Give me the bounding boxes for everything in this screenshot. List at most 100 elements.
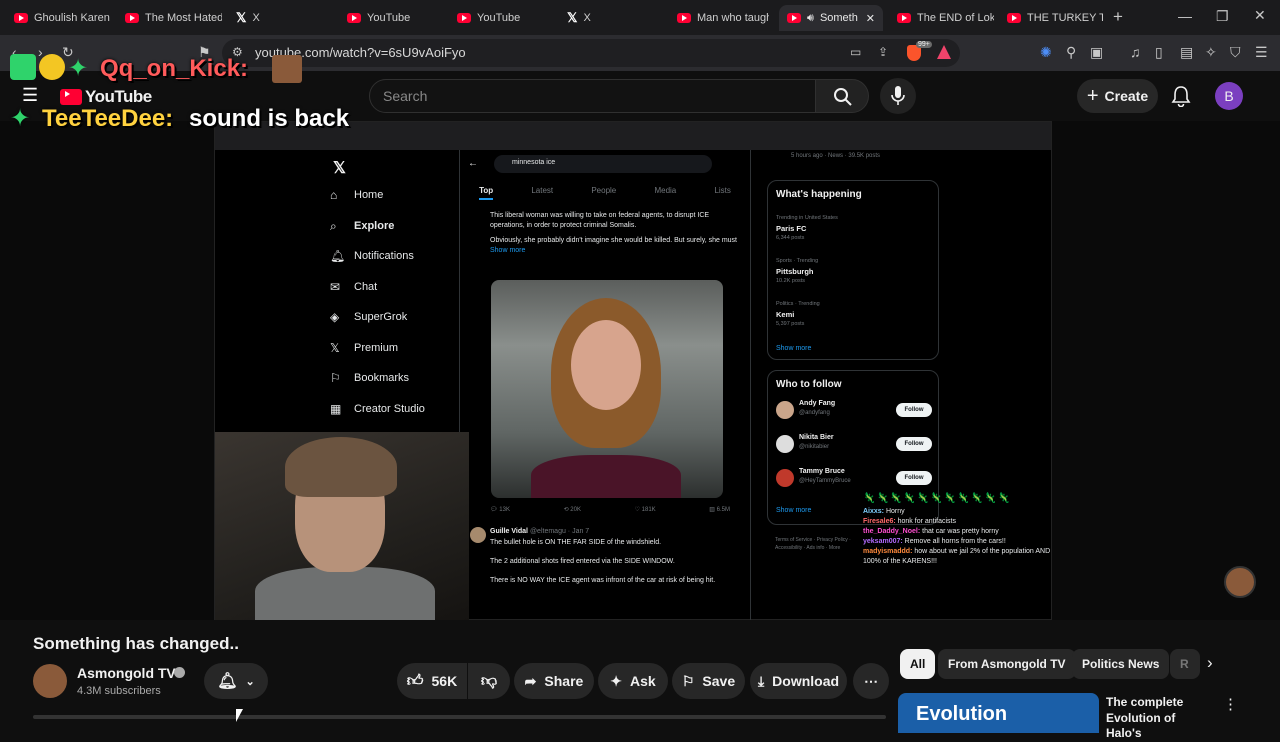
post2-handle: @eltemagu · Jan 7 — [529, 528, 590, 535]
x-nav-icon: ⚐ — [330, 371, 341, 385]
create-button[interactable]: + Create — [1077, 79, 1158, 113]
channel-watermark[interactable] — [1224, 566, 1256, 598]
chat-user: Firesale6: — [863, 517, 896, 525]
voice-search-button[interactable] — [880, 78, 916, 114]
overlay-badge-icon — [39, 54, 65, 80]
vpn-icon[interactable]: ⛉ — [1230, 44, 1241, 61]
maximize-icon[interactable]: ❐ — [1216, 8, 1229, 25]
wallet-icon[interactable]: ▤ — [1180, 44, 1193, 61]
download-label: Download — [772, 673, 840, 689]
ask-button[interactable]: ✦ Ask — [598, 663, 668, 699]
brave-rewards-icon[interactable] — [937, 45, 951, 59]
x-nav-item: ⌂ Home — [330, 188, 383, 202]
x-footer: Terms of Service · Privacy Policy · Acce… — [775, 537, 851, 551]
search-input[interactable]: Search — [369, 79, 816, 113]
post-stat: ⟲ 20K — [563, 507, 581, 513]
post-stat: 💬︎ 13K — [490, 507, 510, 513]
trend-count: 6,344 posts — [776, 235, 805, 241]
filter-chip[interactable]: R — [1170, 649, 1200, 679]
channel-name[interactable]: Asmongold TV — [77, 665, 176, 681]
browser-tab[interactable]: The END of Lok — [889, 5, 994, 31]
save-button[interactable]: ⚐ Save — [672, 663, 745, 699]
follow-button[interactable]: Follow — [896, 437, 932, 451]
x-tab: Media — [654, 186, 677, 195]
dislike-button[interactable]: 👎︎ — [468, 663, 510, 699]
microphone-icon — [891, 86, 905, 105]
browser-tab[interactable]: THE TURKEY TO — [999, 5, 1103, 31]
follow-button[interactable]: Follow — [896, 403, 932, 417]
browser-tab[interactable]: The Most Hated — [117, 5, 222, 31]
download-button[interactable]: ⤓ Download — [750, 663, 847, 699]
sidebar-icon[interactable]: ▯ — [1155, 44, 1163, 61]
youtube-logo-text: YouTube — [85, 87, 152, 106]
install-app-icon[interactable]: ▭ — [850, 45, 861, 59]
create-label: Create — [1104, 88, 1149, 104]
plus-icon: + — [1086, 84, 1099, 107]
youtube-logo[interactable]: YouTube — [60, 87, 152, 107]
youtube-favicon-icon — [897, 13, 911, 23]
browser-tab[interactable]: 𝕏X — [228, 5, 333, 31]
media-icon[interactable]: ♫ — [1130, 44, 1141, 60]
account-avatar[interactable]: B — [1215, 82, 1243, 110]
url-field[interactable]: ⚙ youtube.com/watch?v=6sU9vAoiFyo ▭ ⇪ 99… — [222, 39, 960, 67]
close-window-icon[interactable]: ✕ — [1254, 7, 1266, 24]
browser-tab[interactable]: Man who taugh — [669, 5, 769, 31]
webcam-hair-shape — [285, 437, 397, 497]
video-player[interactable]: 𝕏 ⌂ Home ⌕ Explore 🔔︎ Notifications ✉ Chat ◈ Supe… — [0, 54, 1280, 621]
follow-name: Nikita Bier — [799, 434, 834, 441]
minimize-icon[interactable]: — — [1178, 8, 1192, 24]
screenshot-icon[interactable]: ▣ — [1090, 44, 1103, 61]
recommended-thumbnail[interactable]: Evolution — [898, 693, 1099, 733]
chat-line: madyismaddd: how about we jail 2% of the… — [863, 547, 1053, 567]
x-post-1-text: This liberal woman was willing to take o… — [490, 211, 745, 257]
x-nav-label: Explore — [354, 220, 395, 232]
filter-chip[interactable]: Politics News — [1072, 649, 1170, 679]
recommended-title[interactable]: The complete Evolution of Halo's — [1106, 695, 1214, 742]
overlay-badge-icon: ✦ — [10, 105, 31, 132]
trends-show-more: Show more — [776, 345, 812, 352]
like-button[interactable]: 👍︎ 56K — [397, 663, 467, 699]
more-dots-icon: ⋯ — [864, 672, 878, 689]
browser-tab[interactable]: YouTube — [449, 5, 554, 31]
progress-bar-track[interactable] — [33, 715, 886, 719]
filter-chip[interactable]: From Asmongold TV — [938, 649, 1076, 679]
trend-item: Trending in United States Paris FC 6,344 p… — [776, 215, 926, 241]
x-nav-label: Notifications — [354, 250, 414, 262]
menu-icon[interactable]: ☰ — [1255, 44, 1268, 61]
audio-playing-icon: 🔊︎ — [807, 11, 814, 24]
chips-next-icon[interactable]: › — [1207, 653, 1213, 673]
hamburger-menu-icon[interactable]: ☰ — [22, 85, 38, 106]
leo-icon[interactable]: ✧ — [1205, 44, 1217, 61]
follow-button[interactable]: Follow — [896, 471, 932, 485]
browser-tab[interactable]: YouTube — [339, 5, 444, 31]
x-nav-item: ⌕ Explore — [330, 219, 394, 234]
x-search-feed: ← minnesota ice Top Latest People Media List… — [459, 150, 751, 621]
channel-avatar[interactable] — [33, 664, 67, 698]
photo-dress-shape — [531, 455, 681, 498]
extension-icon[interactable]: ✺ — [1040, 44, 1052, 61]
close-tab-icon[interactable]: ✕ — [866, 12, 875, 25]
brave-badge: 99+ — [916, 41, 932, 48]
x-nav-item: ✉ Chat — [330, 280, 377, 294]
share-button[interactable]: ➦ Share — [514, 663, 594, 699]
notifications-bell-icon[interactable] — [1171, 85, 1191, 107]
x-search-tabs: Top Latest People Media Lists — [460, 186, 750, 200]
x-nav-item: ▦ Creator Studio — [330, 402, 425, 416]
recommended-menu-icon[interactable]: ⋮ — [1223, 695, 1238, 713]
share-page-icon[interactable]: ⇪ — [878, 45, 888, 59]
new-tab-button[interactable]: + — [1113, 7, 1123, 27]
browser-tab[interactable]: 𝕏X — [559, 5, 664, 31]
ask-label: Ask — [630, 673, 656, 689]
extensions-puzzle-icon[interactable]: ⚲ — [1066, 44, 1076, 61]
overlay-badge-icon — [10, 54, 36, 80]
chat-message: that car was pretty horny — [920, 527, 999, 535]
browser-tab[interactable]: 🔊︎ Someth ✕ — [779, 5, 883, 31]
subscribed-bell-button[interactable]: 🔔︎ ⌄ — [204, 663, 268, 699]
filter-chip[interactable]: All — [900, 649, 936, 679]
search-button[interactable] — [815, 79, 869, 113]
browser-tab[interactable]: Ghoulish Karen — [6, 5, 111, 31]
more-actions-button[interactable]: ⋯ — [853, 663, 889, 699]
post2-line2: The 2 additional shots fired entered via… — [490, 558, 675, 566]
chat-user: madyismaddd: — [863, 548, 913, 556]
save-label: Save — [702, 673, 736, 689]
